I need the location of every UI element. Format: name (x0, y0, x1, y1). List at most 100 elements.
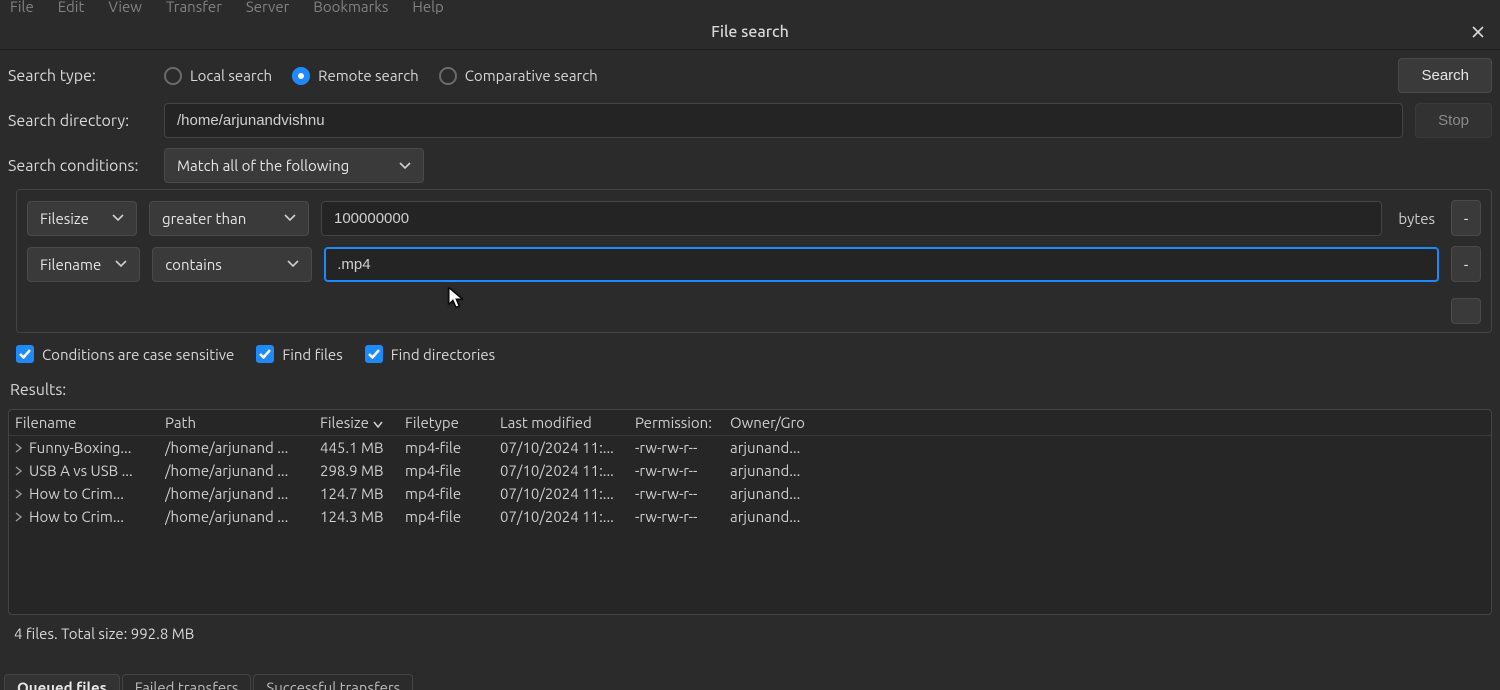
checkbox-label: Find directories (391, 346, 495, 363)
stop-button[interactable]: Stop (1415, 103, 1492, 138)
cell-filetype: mp4-file (405, 439, 500, 456)
chevron-down-icon (284, 214, 296, 222)
cell-modified: 07/10/2024 11:... (500, 439, 635, 456)
menu-bookmarks[interactable]: Bookmarks (313, 2, 388, 14)
cell-filesize: 124.3 MB (320, 508, 405, 525)
col-filesize[interactable]: Filesize (320, 414, 405, 431)
menubar[interactable]: File Edit View Transfer Server Bookmarks… (0, 0, 1500, 14)
col-label: Filesize (320, 414, 369, 431)
caret-right-icon (15, 489, 23, 499)
radio-label: Remote search (318, 67, 419, 84)
criterion-value: Filesize (40, 210, 89, 227)
search-button[interactable]: Search (1398, 58, 1492, 93)
cell-owner: arjunand... (730, 508, 845, 525)
match-mode-select[interactable]: Match all of the following (164, 148, 424, 183)
close-button[interactable] (1466, 20, 1490, 44)
radio-local-search[interactable]: Local search (164, 67, 272, 85)
cell-owner: arjunand... (730, 439, 845, 456)
cell-path: /home/arjunand ... (165, 439, 320, 456)
condition-row: Filename contains - (27, 246, 1481, 282)
dialog-titlebar: File search (0, 14, 1500, 50)
table-row[interactable]: How to Crim... /home/arjunand ... 124.3 … (9, 505, 1491, 528)
close-icon (1472, 24, 1484, 41)
table-row[interactable]: Funny-Boxing... /home/arjunand ... 445.1… (9, 436, 1491, 459)
condition-row: Filesize greater than bytes - (27, 200, 1481, 236)
operator-select[interactable]: contains (152, 247, 312, 282)
caret-right-icon (15, 512, 23, 522)
menu-transfer[interactable]: Transfer (166, 2, 222, 14)
search-directory-input[interactable] (164, 103, 1403, 138)
cell-filesize: 298.9 MB (320, 462, 405, 479)
table-header[interactable]: Filename Path Filesize Filetype Last mod… (9, 410, 1491, 436)
menu-server[interactable]: Server (246, 2, 289, 14)
radio-label: Comparative search (465, 67, 598, 84)
chevron-down-icon (112, 214, 124, 222)
radio-remote-search[interactable]: Remote search (292, 67, 419, 85)
col-path[interactable]: Path (165, 414, 320, 431)
cell-filetype: mp4-file (405, 462, 500, 479)
case-sensitive-checkbox[interactable]: Conditions are case sensitive (16, 345, 234, 363)
cell-owner: arjunand... (730, 462, 845, 479)
cell-modified: 07/10/2024 11:... (500, 462, 635, 479)
cell-path: /home/arjunand ... (165, 508, 320, 525)
table-row[interactable]: How to Crim... /home/arjunand ... 124.7 … (9, 482, 1491, 505)
radio-icon (292, 67, 310, 85)
cell-filetype: mp4-file (405, 485, 500, 502)
match-mode-value: Match all of the following (177, 157, 349, 174)
cell-permissions: -rw-rw-r-- (635, 462, 730, 479)
cell-filename: How to Crim... (15, 485, 165, 502)
chevron-down-icon (287, 260, 299, 268)
radio-comparative-search[interactable]: Comparative search (439, 67, 598, 85)
cell-path: /home/arjunand ... (165, 485, 320, 502)
conditions-panel: Filesize greater than bytes - Filename c… (16, 189, 1492, 333)
results-table[interactable]: Filename Path Filesize Filetype Last mod… (8, 409, 1492, 615)
col-modified[interactable]: Last modified (500, 414, 635, 431)
col-permissions[interactable]: Permission: (635, 414, 730, 431)
add-condition-button[interactable] (1451, 298, 1481, 324)
cell-filesize: 445.1 MB (320, 439, 405, 456)
criterion-value: Filename (40, 256, 101, 273)
caret-right-icon (15, 466, 23, 476)
search-type-label: Search type: (8, 67, 152, 85)
find-directories-checkbox[interactable]: Find directories (365, 345, 495, 363)
menu-view[interactable]: View (108, 2, 142, 14)
find-files-checkbox[interactable]: Find files (256, 345, 342, 363)
caret-right-icon (15, 443, 23, 453)
criterion-select[interactable]: Filesize (27, 201, 137, 236)
cell-permissions: -rw-rw-r-- (635, 485, 730, 502)
menu-edit[interactable]: Edit (58, 2, 85, 14)
col-filename[interactable]: Filename (15, 414, 165, 431)
criterion-select[interactable]: Filename (27, 247, 140, 282)
operator-select[interactable]: greater than (149, 201, 309, 236)
condition-value-input[interactable] (324, 247, 1439, 282)
radio-label: Local search (190, 67, 272, 84)
checkbox-label: Conditions are case sensitive (42, 346, 234, 363)
menu-file[interactable]: File (10, 2, 34, 14)
checkbox-icon (365, 345, 383, 363)
menu-help[interactable]: Help (412, 2, 443, 14)
dialog-title: File search (711, 23, 789, 41)
option-checkboxes: Conditions are case sensitive Find files… (16, 345, 1492, 363)
operator-value: greater than (162, 210, 246, 227)
checkbox-icon (16, 345, 34, 363)
cell-permissions: -rw-rw-r-- (635, 508, 730, 525)
cell-path: /home/arjunand ... (165, 462, 320, 479)
cell-modified: 07/10/2024 11:... (500, 508, 635, 525)
operator-value: contains (165, 256, 222, 273)
radio-icon (439, 67, 457, 85)
checkbox-label: Find files (282, 346, 342, 363)
cell-permissions: -rw-rw-r-- (635, 439, 730, 456)
table-row[interactable]: USB A vs USB ... /home/arjunand ... 298.… (9, 459, 1491, 482)
status-bar: 4 files. Total size: 992.8 MB (8, 621, 1492, 646)
col-owner[interactable]: Owner/Gro (730, 414, 845, 431)
checkbox-icon (256, 345, 274, 363)
condition-value-input[interactable] (321, 201, 1382, 236)
remove-condition-button[interactable]: - (1451, 200, 1481, 236)
search-directory-label: Search directory: (8, 112, 152, 130)
results-label: Results: (10, 381, 1492, 399)
col-filetype[interactable]: Filetype (405, 414, 500, 431)
unit-label: bytes (1394, 210, 1439, 227)
radio-icon (164, 67, 182, 85)
cell-filesize: 124.7 MB (320, 485, 405, 502)
remove-condition-button[interactable]: - (1451, 246, 1481, 282)
